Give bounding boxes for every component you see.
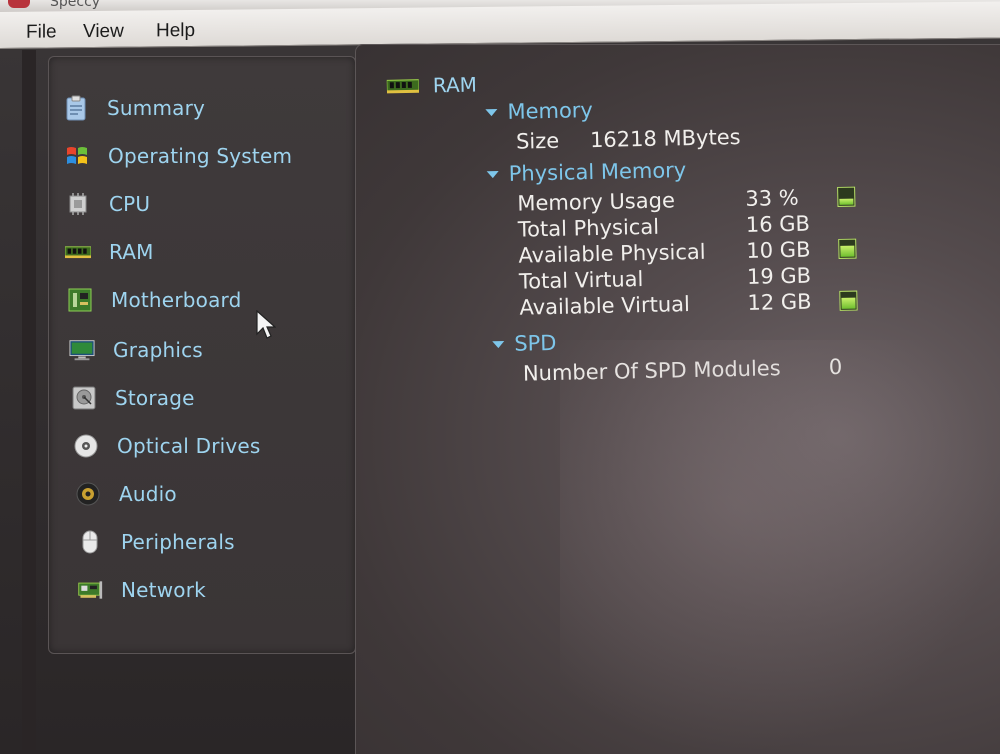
sidebar-item-network[interactable]: Network (77, 573, 206, 607)
monitor-icon (69, 337, 95, 363)
row-label: Total Virtual (518, 267, 644, 294)
sidebar: Summary Operating System CPU RAM Motherb… (48, 56, 356, 654)
tree-root-label: RAM (432, 72, 478, 98)
row-value: 16218 MBytes (589, 124, 741, 153)
row-label: Available Physical (518, 239, 706, 268)
row-size: Size 16218 MBytes (516, 121, 936, 156)
sidebar-item-label: Graphics (113, 338, 203, 362)
row-spd-modules: Number Of SPD Modules 0 (523, 353, 943, 388)
sidebar-item-operating-system[interactable]: Operating System (64, 139, 292, 173)
disc-icon (73, 433, 99, 459)
ram-stick-icon (386, 79, 420, 94)
row-label: Memory Usage (517, 188, 676, 216)
cpu-chip-icon (65, 191, 91, 217)
sidebar-item-peripherals[interactable]: Peripherals (77, 525, 235, 559)
section-title: Physical Memory (508, 158, 687, 186)
sidebar-item-label: Operating System (108, 144, 293, 168)
sidebar-item-summary[interactable]: Summary (63, 91, 205, 125)
sidebar-item-label: Optical Drives (117, 434, 261, 458)
sidebar-item-storage[interactable]: Storage (71, 381, 195, 415)
sidebar-item-cpu[interactable]: CPU (65, 187, 150, 221)
ram-stick-icon (65, 239, 91, 265)
collapse-arrow-icon[interactable] (492, 340, 505, 348)
sidebar-item-ram[interactable]: RAM (65, 235, 154, 269)
sidebar-shadow (22, 50, 36, 750)
sidebar-item-label: Summary (107, 96, 206, 120)
network-card-icon (77, 577, 103, 603)
menu-help[interactable]: Help (156, 20, 195, 42)
sidebar-item-label: CPU (109, 192, 151, 216)
section-physical-memory[interactable]: Physical Memory (486, 158, 686, 186)
app-icon (8, 0, 30, 8)
usage-meter (837, 186, 856, 207)
mouse-icon (77, 529, 103, 555)
row-value: 0 (828, 354, 843, 380)
row-value: 12 GB (747, 289, 812, 315)
usage-meter (839, 290, 858, 311)
motherboard-icon (67, 287, 93, 313)
section-title: Memory (507, 98, 594, 124)
usage-meter (838, 238, 857, 259)
sidebar-item-audio[interactable]: Audio (75, 477, 177, 511)
collapse-arrow-icon[interactable] (485, 108, 498, 116)
screen: Speccy File View Help Summary Operating … (0, 0, 1000, 754)
section-memory[interactable]: Memory (485, 98, 593, 124)
sidebar-item-label: RAM (109, 240, 154, 264)
clipboard-icon (63, 95, 89, 121)
row-label: Total Physical (517, 214, 660, 242)
row-value: 19 GB (746, 263, 812, 289)
tree-root-ram[interactable]: RAM (386, 72, 478, 98)
details-tree: RAM Memory Size 16218 MBytes Physical Me… (356, 31, 1000, 754)
sidebar-item-motherboard[interactable]: Motherboard (67, 283, 242, 317)
sidebar-item-optical-drives[interactable]: Optical Drives (73, 429, 261, 463)
row-label: Number Of SPD Modules (522, 356, 781, 386)
details-panel: RAM Memory Size 16218 MBytes Physical Me… (355, 44, 1000, 754)
sidebar-item-label: Motherboard (111, 288, 242, 312)
menu-view[interactable]: View (83, 21, 124, 43)
row-label: Size (515, 128, 560, 154)
row-value: 16 GB (745, 211, 811, 237)
speaker-icon (75, 481, 101, 507)
window-title: Speccy (50, 0, 101, 10)
row-value: 33 % (745, 185, 799, 211)
sidebar-item-label: Peripherals (121, 530, 235, 554)
row-value: 10 GB (746, 237, 811, 263)
sidebar-item-label: Audio (119, 482, 177, 506)
hard-drive-icon (71, 385, 97, 411)
collapse-arrow-icon[interactable] (486, 170, 499, 178)
menu-file[interactable]: File (26, 21, 57, 43)
sidebar-item-graphics[interactable]: Graphics (69, 333, 203, 367)
sidebar-item-label: Storage (115, 386, 195, 410)
sidebar-item-label: Network (121, 578, 206, 602)
row-label: Available Virtual (519, 292, 691, 320)
windows-logo-icon (64, 143, 90, 169)
mouse-cursor-icon (256, 310, 276, 339)
section-title: SPD (514, 330, 557, 356)
section-spd[interactable]: SPD (492, 331, 557, 356)
